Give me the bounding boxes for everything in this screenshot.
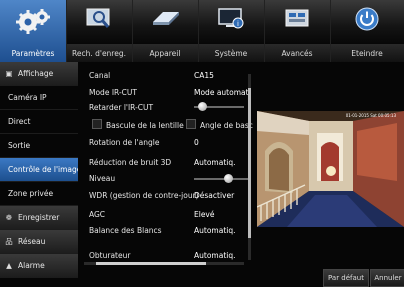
svg-text:i: i [237, 20, 239, 28]
ircut-mode-select[interactable]: Mode automati [194, 87, 248, 99]
menu-item-zone-privee[interactable]: Zone privée [0, 182, 78, 206]
gears-icon [15, 6, 51, 38]
record-icon: ❁ [5, 213, 13, 222]
tab-label: Système [214, 49, 248, 58]
label-angle-flip: Angle de basc [200, 121, 253, 130]
menu-item-sortie[interactable]: Sortie [0, 134, 78, 158]
angle-flip-checkbox-row[interactable]: Angle de basc [186, 119, 253, 131]
network-icon: 品 [5, 237, 13, 246]
menu-label: Alarme [18, 261, 45, 270]
camera-preview: 01-01-2015 Sat 00:05:13 [257, 111, 404, 227]
tab-parametres[interactable]: Paramètres [0, 0, 67, 62]
menu-label: Zone privée [8, 189, 54, 198]
menu-item-camera-ip[interactable]: Caméra IP [0, 86, 78, 110]
menu-label: Enregistrer [18, 213, 60, 222]
shutter-select[interactable]: Automatiq. [194, 250, 248, 262]
label-shutter: Obturateur [89, 251, 131, 260]
menu-label: Direct [8, 117, 31, 126]
label-noise: Réduction de bruit 3D [89, 158, 172, 167]
advanced-icon [283, 6, 311, 34]
left-menu: ▣ Affichage Caméra IP Direct Sortie Contr… [0, 62, 78, 278]
menu-label: Contrôle de l'image [8, 165, 78, 174]
wdr-select[interactable]: Désactiver [194, 190, 248, 202]
tab-appareil[interactable]: Appareil [132, 0, 199, 62]
label-ircut-mode: Mode IR-CUT [89, 88, 137, 97]
image-control-panel: Canal CA15 Mode IR-CUT Mode automati Ret… [80, 62, 253, 268]
horizontal-scrollbar-thumb[interactable] [96, 262, 206, 265]
alarm-icon: ▲ [6, 261, 12, 270]
flip-checkbox[interactable] [92, 119, 102, 129]
menu-item-controle-image[interactable]: Contrôle de l'image [0, 158, 78, 182]
vertical-scrollbar[interactable] [248, 74, 251, 260]
angle-flip-checkbox[interactable] [186, 119, 196, 129]
menu-group-enregistrer[interactable]: ❁ Enregistrer [0, 206, 78, 230]
menu-label: Réseau [18, 237, 46, 246]
agc-select[interactable]: Elevé [194, 209, 248, 221]
label-wdr: WDR (gestion de contre-jour) [89, 191, 199, 200]
default-button[interactable]: Par défaut [323, 269, 369, 287]
tab-label: Paramètres [11, 49, 55, 58]
tab-label: Appareil [149, 49, 181, 58]
tab-label: Rech. d'enreg. [71, 49, 126, 58]
label-white-balance: Balance des Blancs [89, 226, 162, 235]
tab-label: Avancés [281, 49, 313, 58]
level-slider-knob[interactable] [224, 174, 233, 183]
label-canal: Canal [89, 71, 111, 80]
vertical-scrollbar-thumb[interactable] [248, 88, 251, 238]
white-balance-select[interactable]: Automatiq. [194, 225, 248, 237]
tab-rech-enreg[interactable]: Rech. d'enreg. [66, 0, 133, 62]
tab-label: Eteindre [351, 49, 383, 58]
menu-group-reseau[interactable]: 品 Réseau [0, 230, 78, 254]
level-slider[interactable] [194, 178, 248, 180]
hard-drive-icon [149, 6, 181, 32]
search-icon [85, 6, 113, 34]
horizontal-scrollbar[interactable] [84, 262, 244, 265]
noise-select[interactable]: Automatiq. [194, 157, 248, 169]
cancel-button[interactable]: Annuler [370, 269, 404, 287]
system-monitor-icon: i [217, 6, 245, 34]
flip-checkbox-row[interactable]: Bascule de la lentille [92, 119, 184, 131]
label-agc: AGC [89, 210, 106, 219]
preview-timestamp: 01-01-2015 Sat 00:05:13 [345, 113, 396, 118]
display-icon: ▣ [5, 69, 13, 78]
label-rotation: Rotation de l'angle [89, 138, 160, 147]
label-level: Niveau [89, 174, 116, 183]
menu-label: Sortie [8, 141, 31, 150]
camera-preview-image [257, 111, 404, 227]
tab-eteindre[interactable]: Eteindre [330, 0, 404, 62]
menu-label: Caméra IP [8, 93, 47, 102]
menu-group-affichage[interactable]: ▣ Affichage [0, 62, 78, 86]
power-icon [354, 6, 380, 34]
menu-label: Affichage [18, 69, 54, 78]
menu-item-direct[interactable]: Direct [0, 110, 78, 134]
ircut-delay-slider-knob[interactable] [198, 102, 207, 111]
label-flip: Bascule de la lentille [106, 121, 184, 130]
menu-group-alarme[interactable]: ▲ Alarme [0, 254, 78, 278]
label-ircut-delay: Retarder l'IR-CUT [89, 103, 154, 112]
tab-systeme[interactable]: i Système [198, 0, 265, 62]
tab-avances[interactable]: Avancés [264, 0, 331, 62]
canal-select[interactable]: CA15 [194, 70, 248, 82]
rotation-select[interactable]: 0 [194, 137, 248, 149]
